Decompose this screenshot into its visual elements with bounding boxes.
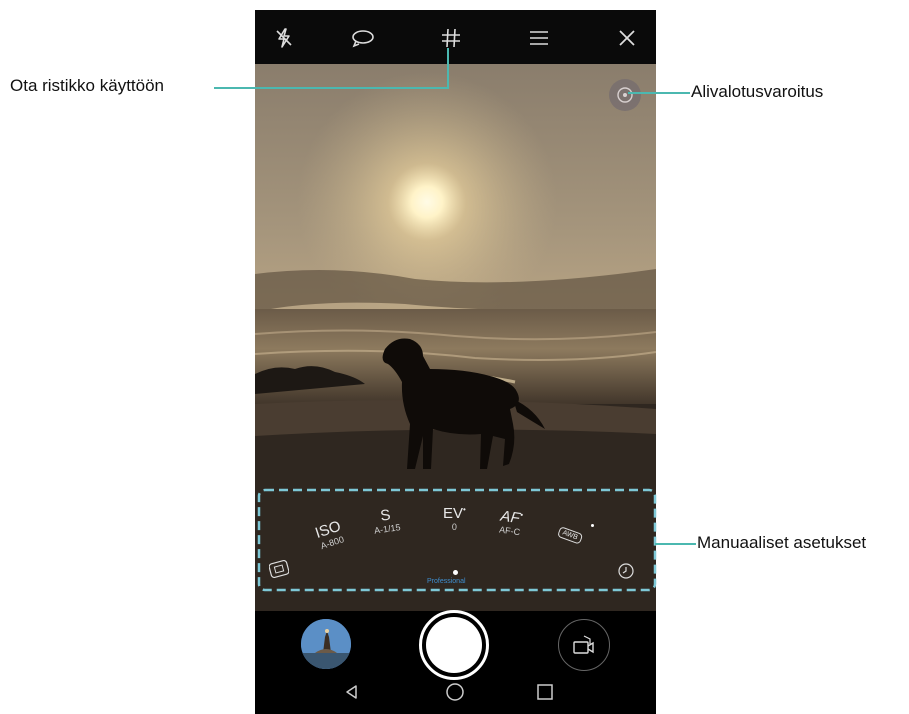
timer-icon[interactable] <box>617 562 635 580</box>
awb-indicator-dot <box>591 524 594 527</box>
camera-top-toolbar <box>255 10 656 64</box>
underexposure-callout-label: Alivalotusvaroitus <box>691 82 824 101</box>
video-camera-icon <box>573 635 594 654</box>
ev-value: 0 <box>451 522 457 532</box>
close-icon[interactable] <box>611 23 643 53</box>
white-balance-setting[interactable]: AWB <box>556 520 585 545</box>
camera-viewfinder[interactable]: ISO A-800 S A-1/15 EV• 0 AF• AF-C AWB Pr… <box>255 64 656 611</box>
shutter-button-inner <box>426 617 482 673</box>
grid-icon[interactable] <box>435 23 467 53</box>
ev-setting[interactable]: EV• 0 <box>443 502 466 533</box>
manual-settings-callout-label: Manuaaliset asetukset <box>697 533 867 552</box>
back-icon[interactable] <box>337 677 367 707</box>
home-icon[interactable] <box>440 677 470 707</box>
recents-icon[interactable] <box>530 677 560 707</box>
gallery-thumbnail[interactable] <box>301 619 351 669</box>
flash-off-icon[interactable] <box>268 23 300 53</box>
shutter-button[interactable] <box>419 610 489 680</box>
phone-screen: ISO A-800 S A-1/15 EV• 0 AF• AF-C AWB Pr… <box>255 10 656 714</box>
metering-icon[interactable] <box>268 559 290 579</box>
menu-icon[interactable] <box>523 23 555 53</box>
camera-mode-label: Professional <box>427 578 466 585</box>
ev-label: EV• <box>443 505 466 522</box>
hdr-loop-icon[interactable] <box>347 23 379 53</box>
iso-setting[interactable]: ISO A-800 <box>313 518 346 553</box>
awb-label: AWB <box>556 526 583 545</box>
autofocus-setting[interactable]: AF• AF-C <box>498 505 524 539</box>
underexposure-warning-icon[interactable] <box>609 79 641 111</box>
shutter-speed-setting[interactable]: S A-1/15 <box>371 506 401 536</box>
camera-bottom-bar <box>255 610 656 714</box>
shutter-value: A-1/15 <box>373 522 402 536</box>
grid-callout-label: Ota ristikko käyttöön <box>10 76 165 95</box>
af-value: AF-C <box>498 524 521 538</box>
page-indicator-dot <box>453 570 458 575</box>
manual-settings-panel: ISO A-800 S A-1/15 EV• 0 AF• AF-C AWB Pr… <box>255 484 656 609</box>
video-mode-button[interactable] <box>558 619 610 671</box>
